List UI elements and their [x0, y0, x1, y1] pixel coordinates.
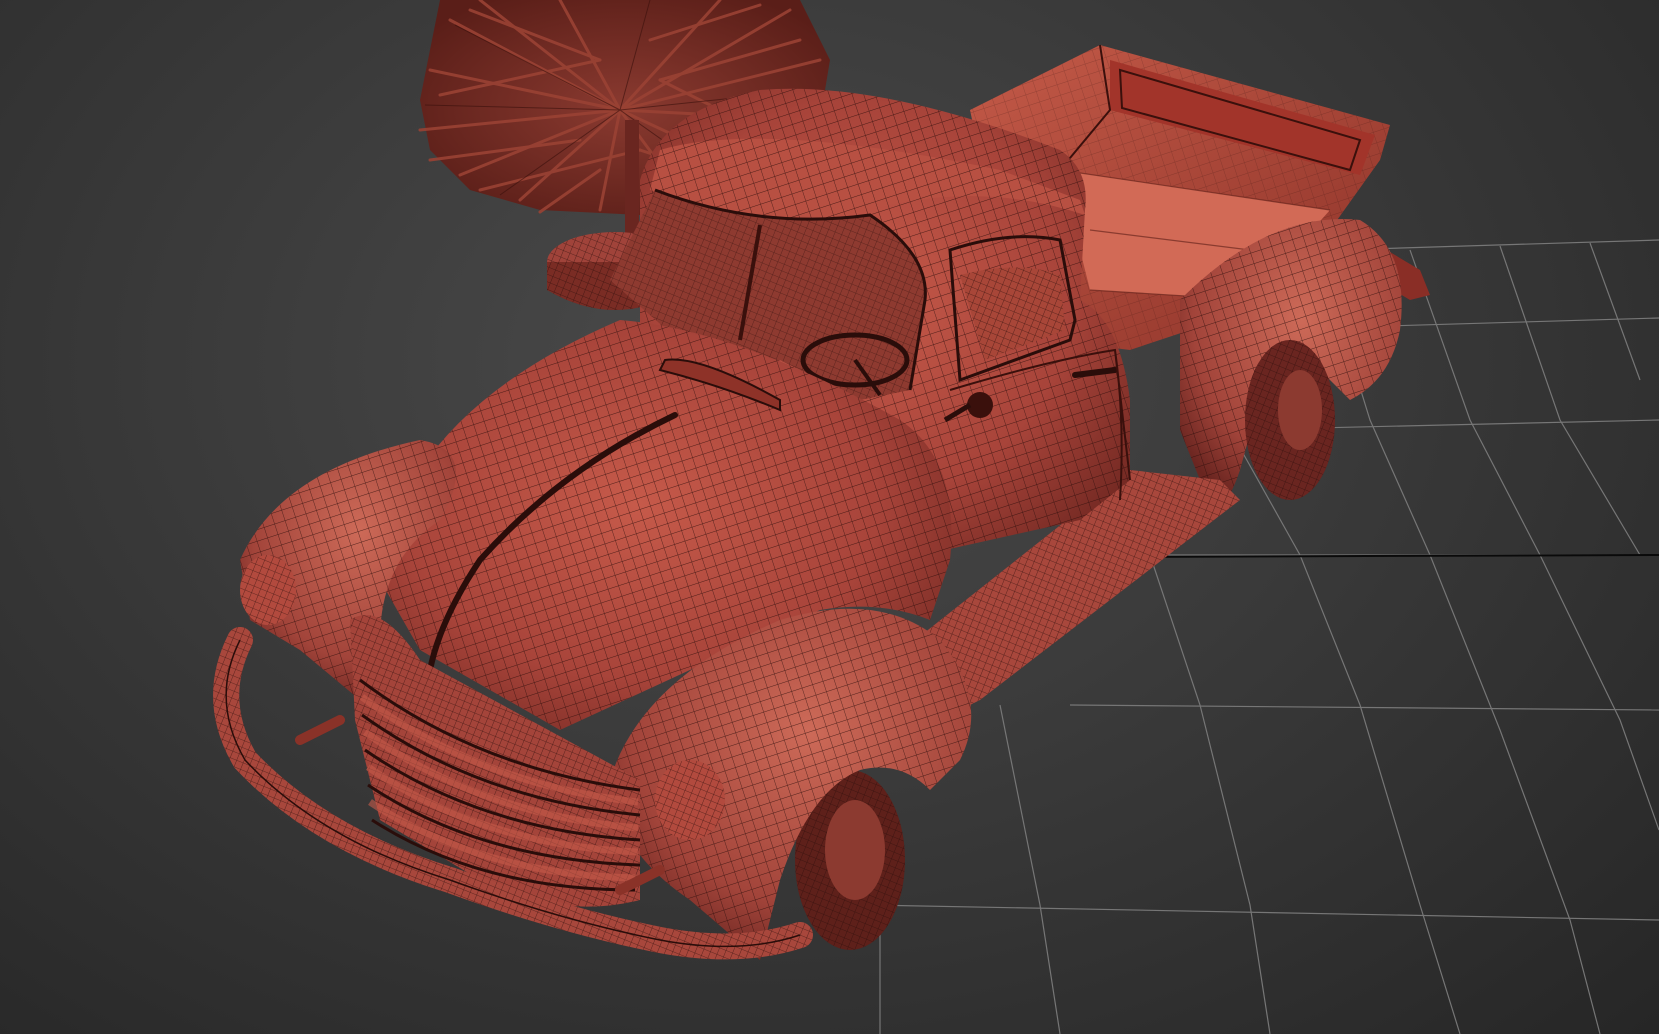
tree-trunk	[625, 120, 639, 240]
viewport-canvas[interactable]	[0, 0, 1659, 1034]
side-mirror	[967, 392, 993, 418]
3d-viewport[interactable]	[0, 0, 1659, 1034]
